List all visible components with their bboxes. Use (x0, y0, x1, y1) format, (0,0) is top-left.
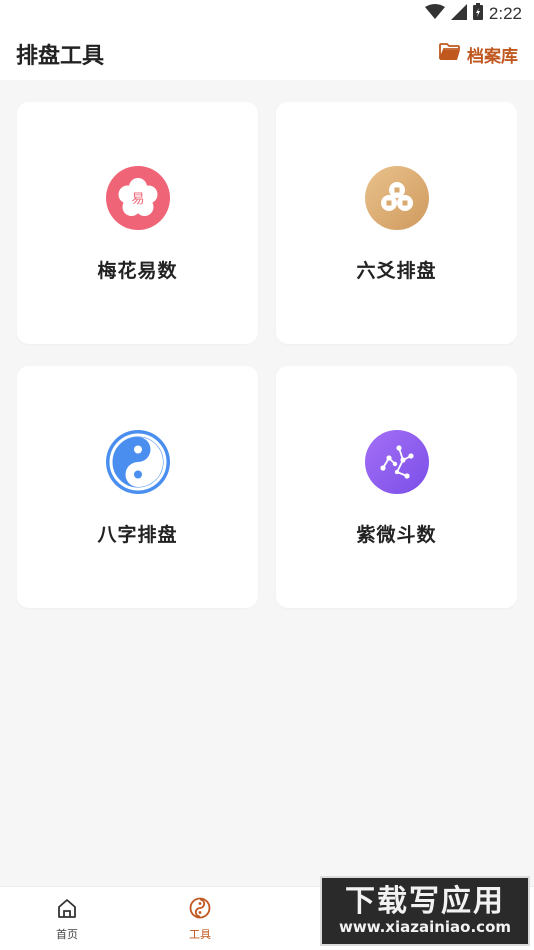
tools-icon (189, 897, 211, 922)
tool-card-meihua[interactable]: 易 梅花易数 (17, 102, 258, 344)
plum-icon-char: 易 (131, 192, 144, 207)
tool-label: 八字排盘 (97, 524, 178, 546)
tool-card-liuyao[interactable]: 六爻排盘 (276, 102, 517, 344)
watermark-logo: 下载写应用 www.xiazainiao.com (320, 876, 530, 946)
tool-card-bazi[interactable]: 八字排盘 (17, 366, 258, 608)
yin-yang-icon (105, 430, 170, 494)
tab-label: 工具 (189, 928, 211, 941)
screen: 2:22 排盘工具 档案库 易 梅花易数 六爻排盘 八字排盘 紫微斗数 首页 工… (0, 0, 534, 950)
battery-icon (472, 3, 483, 25)
tool-label: 紫微斗数 (356, 524, 437, 546)
signal-icon (450, 3, 467, 25)
status-time: 2:22 (488, 4, 522, 23)
page-title: 排盘工具 (16, 43, 105, 69)
folder-icon (439, 42, 461, 66)
home-icon (56, 897, 78, 922)
tool-card-ziwei[interactable]: 紫微斗数 (276, 366, 517, 608)
watermark-text: 下载写应用 (345, 884, 505, 919)
wifi-icon (424, 3, 445, 25)
tool-label: 梅花易数 (97, 260, 178, 282)
archive-label: 档案库 (467, 46, 518, 67)
watermark-url: www.xiazainiao.com (338, 918, 512, 936)
tool-label: 六爻排盘 (356, 260, 437, 282)
status-bar: 2:22 (0, 0, 534, 28)
coins-icon (364, 166, 429, 230)
plum-blossom-icon: 易 (105, 166, 170, 230)
tool-grid: 易 梅花易数 六爻排盘 八字排盘 紫微斗数 (17, 102, 517, 608)
app-header: 排盘工具 档案库 (0, 28, 534, 80)
constellation-icon (364, 430, 429, 494)
tab-tools[interactable]: 工具 (135, 887, 265, 950)
tab-home[interactable]: 首页 (2, 887, 132, 950)
tab-label: 首页 (56, 928, 78, 941)
archive-button[interactable]: 档案库 (439, 42, 518, 67)
